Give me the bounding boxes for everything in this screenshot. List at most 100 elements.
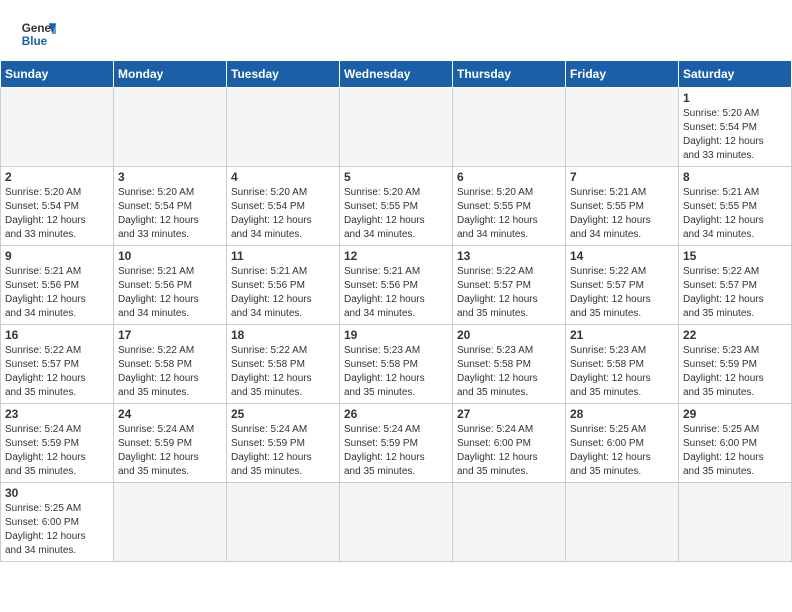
day-number: 16 <box>5 328 109 342</box>
calendar-week-4: 16 Sunrise: 5:22 AM Sunset: 5:57 PM Dayli… <box>1 325 792 404</box>
day-info: Sunrise: 5:22 AM Sunset: 5:57 PM Dayligh… <box>457 265 561 321</box>
calendar-day-empty <box>227 88 340 167</box>
day-number: 15 <box>683 249 787 263</box>
day-info: Sunrise: 5:21 AM Sunset: 5:56 PM Dayligh… <box>231 265 335 321</box>
day-number: 29 <box>683 407 787 421</box>
day-number: 18 <box>231 328 335 342</box>
day-info: Sunrise: 5:21 AM Sunset: 5:56 PM Dayligh… <box>5 265 109 321</box>
calendar-day-empty <box>453 88 566 167</box>
day-info: Sunrise: 5:22 AM Sunset: 5:57 PM Dayligh… <box>683 265 787 321</box>
calendar-day-14: 14Sunrise: 5:22 AM Sunset: 5:57 PM Dayli… <box>566 246 679 325</box>
calendar-day-empty <box>679 483 792 562</box>
calendar-day-1: 1Sunrise: 5:20 AM Sunset: 5:54 PM Daylig… <box>679 88 792 167</box>
calendar-week-3: 9 Sunrise: 5:21 AM Sunset: 5:56 PM Daylig… <box>1 246 792 325</box>
day-info: Sunrise: 5:22 AM Sunset: 5:58 PM Dayligh… <box>118 344 222 400</box>
day-number: 5 <box>344 170 448 184</box>
day-number: 1 <box>683 91 787 105</box>
svg-text:Blue: Blue <box>22 35 48 48</box>
calendar-day-27: 27 Sunrise: 5:24 AM Sunset: 6:00 PM Dayli… <box>453 404 566 483</box>
calendar-day-18: 18 Sunrise: 5:22 AM Sunset: 5:58 PM Dayli… <box>227 325 340 404</box>
calendar-day-13: 13Sunrise: 5:22 AM Sunset: 5:57 PM Dayli… <box>453 246 566 325</box>
day-info: Sunrise: 5:20 AM Sunset: 5:55 PM Dayligh… <box>457 186 561 242</box>
day-info: Sunrise: 5:25 AM Sunset: 6:00 PM Dayligh… <box>570 423 674 479</box>
calendar-day-empty <box>566 483 679 562</box>
day-number: 28 <box>570 407 674 421</box>
day-info: Sunrise: 5:25 AM Sunset: 6:00 PM Dayligh… <box>683 423 787 479</box>
day-number: 25 <box>231 407 335 421</box>
calendar-day-2: 2 Sunrise: 5:20 AM Sunset: 5:54 PM Daylig… <box>1 167 114 246</box>
calendar-day-29: 29 Sunrise: 5:25 AM Sunset: 6:00 PM Dayli… <box>679 404 792 483</box>
day-info: Sunrise: 5:20 AM Sunset: 5:54 PM Dayligh… <box>231 186 335 242</box>
calendar-day-7: 7Sunrise: 5:21 AM Sunset: 5:55 PM Daylig… <box>566 167 679 246</box>
calendar-day-22: 22 Sunrise: 5:23 AM Sunset: 5:59 PM Dayli… <box>679 325 792 404</box>
day-number: 7 <box>570 170 674 184</box>
calendar-day-23: 23Sunrise: 5:24 AM Sunset: 5:59 PM Dayli… <box>1 404 114 483</box>
day-info: Sunrise: 5:24 AM Sunset: 5:59 PM Dayligh… <box>118 423 222 479</box>
day-number: 30 <box>5 486 109 500</box>
day-number: 26 <box>344 407 448 421</box>
col-header-saturday: Saturday <box>679 61 792 88</box>
calendar-day-28: 28 Sunrise: 5:25 AM Sunset: 6:00 PM Dayli… <box>566 404 679 483</box>
calendar-day-empty <box>1 88 114 167</box>
col-header-friday: Friday <box>566 61 679 88</box>
calendar-header-row: SundayMondayTuesdayWednesdayThursdayFrid… <box>1 61 792 88</box>
day-number: 24 <box>118 407 222 421</box>
day-number: 8 <box>683 170 787 184</box>
logo-icon: General Blue <box>20 16 56 52</box>
day-info: Sunrise: 5:22 AM Sunset: 5:57 PM Dayligh… <box>5 344 109 400</box>
calendar-week-6: 30 Sunrise: 5:25 AM Sunset: 6:00 PM Dayli… <box>1 483 792 562</box>
calendar-day-24: 24 Sunrise: 5:24 AM Sunset: 5:59 PM Dayli… <box>114 404 227 483</box>
calendar-day-20: 20 Sunrise: 5:23 AM Sunset: 5:58 PM Dayli… <box>453 325 566 404</box>
calendar-day-empty <box>453 483 566 562</box>
day-info: Sunrise: 5:24 AM Sunset: 5:59 PM Dayligh… <box>231 423 335 479</box>
logo: General Blue <box>20 16 56 52</box>
calendar-day-4: 4Sunrise: 5:20 AM Sunset: 5:54 PM Daylig… <box>227 167 340 246</box>
calendar-table: SundayMondayTuesdayWednesdayThursdayFrid… <box>0 60 792 562</box>
calendar-day-11: 11Sunrise: 5:21 AM Sunset: 5:56 PM Dayli… <box>227 246 340 325</box>
calendar-day-empty <box>227 483 340 562</box>
calendar-day-9: 9 Sunrise: 5:21 AM Sunset: 5:56 PM Daylig… <box>1 246 114 325</box>
day-info: Sunrise: 5:20 AM Sunset: 5:55 PM Dayligh… <box>344 186 448 242</box>
day-number: 2 <box>5 170 109 184</box>
day-info: Sunrise: 5:25 AM Sunset: 6:00 PM Dayligh… <box>5 502 109 558</box>
day-number: 20 <box>457 328 561 342</box>
day-info: Sunrise: 5:23 AM Sunset: 5:59 PM Dayligh… <box>683 344 787 400</box>
day-number: 22 <box>683 328 787 342</box>
calendar-week-2: 2 Sunrise: 5:20 AM Sunset: 5:54 PM Daylig… <box>1 167 792 246</box>
day-info: Sunrise: 5:20 AM Sunset: 5:54 PM Dayligh… <box>5 186 109 242</box>
col-header-thursday: Thursday <box>453 61 566 88</box>
day-number: 27 <box>457 407 561 421</box>
calendar-day-12: 12Sunrise: 5:21 AM Sunset: 5:56 PM Dayli… <box>340 246 453 325</box>
calendar-day-19: 19 Sunrise: 5:23 AM Sunset: 5:58 PM Dayli… <box>340 325 453 404</box>
day-number: 14 <box>570 249 674 263</box>
calendar-day-empty <box>340 88 453 167</box>
day-info: Sunrise: 5:20 AM Sunset: 5:54 PM Dayligh… <box>118 186 222 242</box>
day-number: 9 <box>5 249 109 263</box>
day-number: 19 <box>344 328 448 342</box>
day-number: 17 <box>118 328 222 342</box>
calendar-day-8: 8 Sunrise: 5:21 AM Sunset: 5:55 PM Daylig… <box>679 167 792 246</box>
calendar-day-3: 3 Sunrise: 5:20 AM Sunset: 5:54 PM Daylig… <box>114 167 227 246</box>
calendar-day-empty <box>340 483 453 562</box>
header: General Blue <box>0 0 792 60</box>
calendar-day-30: 30 Sunrise: 5:25 AM Sunset: 6:00 PM Dayli… <box>1 483 114 562</box>
calendar-day-5: 5 Sunrise: 5:20 AM Sunset: 5:55 PM Daylig… <box>340 167 453 246</box>
day-info: Sunrise: 5:24 AM Sunset: 5:59 PM Dayligh… <box>344 423 448 479</box>
day-info: Sunrise: 5:24 AM Sunset: 5:59 PM Dayligh… <box>5 423 109 479</box>
day-info: Sunrise: 5:22 AM Sunset: 5:58 PM Dayligh… <box>231 344 335 400</box>
day-info: Sunrise: 5:24 AM Sunset: 6:00 PM Dayligh… <box>457 423 561 479</box>
day-number: 6 <box>457 170 561 184</box>
day-number: 3 <box>118 170 222 184</box>
day-info: Sunrise: 5:23 AM Sunset: 5:58 PM Dayligh… <box>344 344 448 400</box>
calendar-day-17: 17 Sunrise: 5:22 AM Sunset: 5:58 PM Dayli… <box>114 325 227 404</box>
calendar-day-empty <box>566 88 679 167</box>
col-header-tuesday: Tuesday <box>227 61 340 88</box>
day-info: Sunrise: 5:23 AM Sunset: 5:58 PM Dayligh… <box>570 344 674 400</box>
calendar-day-16: 16 Sunrise: 5:22 AM Sunset: 5:57 PM Dayli… <box>1 325 114 404</box>
day-info: Sunrise: 5:21 AM Sunset: 5:55 PM Dayligh… <box>683 186 787 242</box>
calendar-day-25: 25 Sunrise: 5:24 AM Sunset: 5:59 PM Dayli… <box>227 404 340 483</box>
calendar-day-26: 26 Sunrise: 5:24 AM Sunset: 5:59 PM Dayli… <box>340 404 453 483</box>
day-info: Sunrise: 5:21 AM Sunset: 5:56 PM Dayligh… <box>118 265 222 321</box>
calendar-day-10: 10Sunrise: 5:21 AM Sunset: 5:56 PM Dayli… <box>114 246 227 325</box>
day-info: Sunrise: 5:23 AM Sunset: 5:58 PM Dayligh… <box>457 344 561 400</box>
